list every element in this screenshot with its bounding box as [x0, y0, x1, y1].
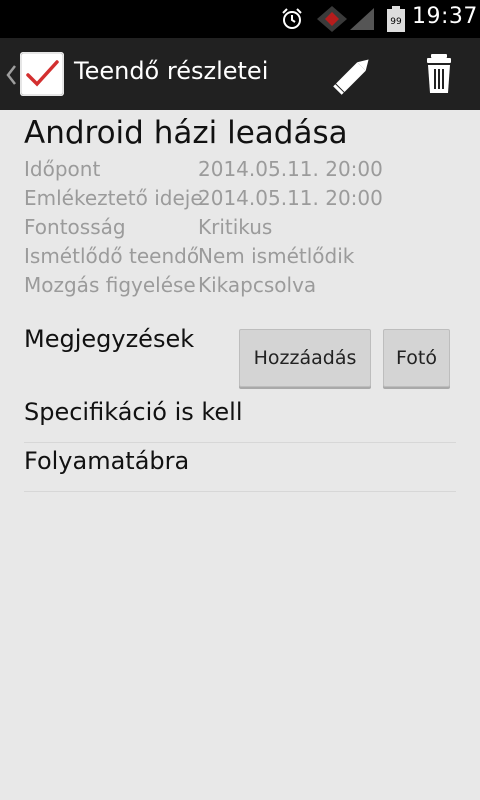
note-list-item[interactable]: Specifikáció is kell [24, 395, 456, 443]
trash-icon [427, 54, 451, 93]
pencil-icon [333, 59, 369, 95]
photo-button[interactable]: Fotó [383, 329, 450, 387]
detail-label: Fontosság [24, 215, 126, 239]
svg-text:99: 99 [390, 17, 402, 27]
delete-button[interactable] [408, 48, 470, 102]
detail-label: Időpont [24, 157, 101, 181]
detail-label: Mozgás figyelése [24, 273, 196, 297]
detail-value: Nem ismétlődik [198, 244, 355, 268]
detail-label: Emlékeztető ideje [24, 186, 203, 210]
checkmark-app-icon [20, 52, 64, 96]
note-list-item[interactable]: Folyamatábra [24, 443, 456, 492]
alarm-icon [282, 8, 302, 29]
sim-icon [317, 6, 347, 32]
signal-icon [350, 8, 374, 30]
edit-button[interactable] [322, 48, 384, 102]
action-bar: Teendő részletei [0, 38, 480, 110]
add-note-button[interactable]: Hozzáadás [239, 329, 371, 387]
notes-heading: Megjegyzések [24, 325, 195, 353]
battery-icon: 99 [387, 6, 405, 32]
detail-value: Kritikus [198, 215, 273, 239]
status-bar: 99 19:37 [0, 0, 480, 38]
up-chevron-icon [6, 65, 16, 85]
up-button[interactable] [0, 38, 68, 110]
detail-label: Ismétlődő teendő [24, 244, 200, 268]
status-time: 19:37 [412, 4, 478, 29]
screen-title: Teendő részletei [74, 57, 269, 85]
detail-value: 2014.05.11. 20:00 [198, 186, 383, 210]
task-title: Android házi leadása [24, 115, 348, 151]
detail-value: 2014.05.11. 20:00 [198, 157, 383, 181]
detail-value: Kikapcsolva [198, 273, 317, 297]
